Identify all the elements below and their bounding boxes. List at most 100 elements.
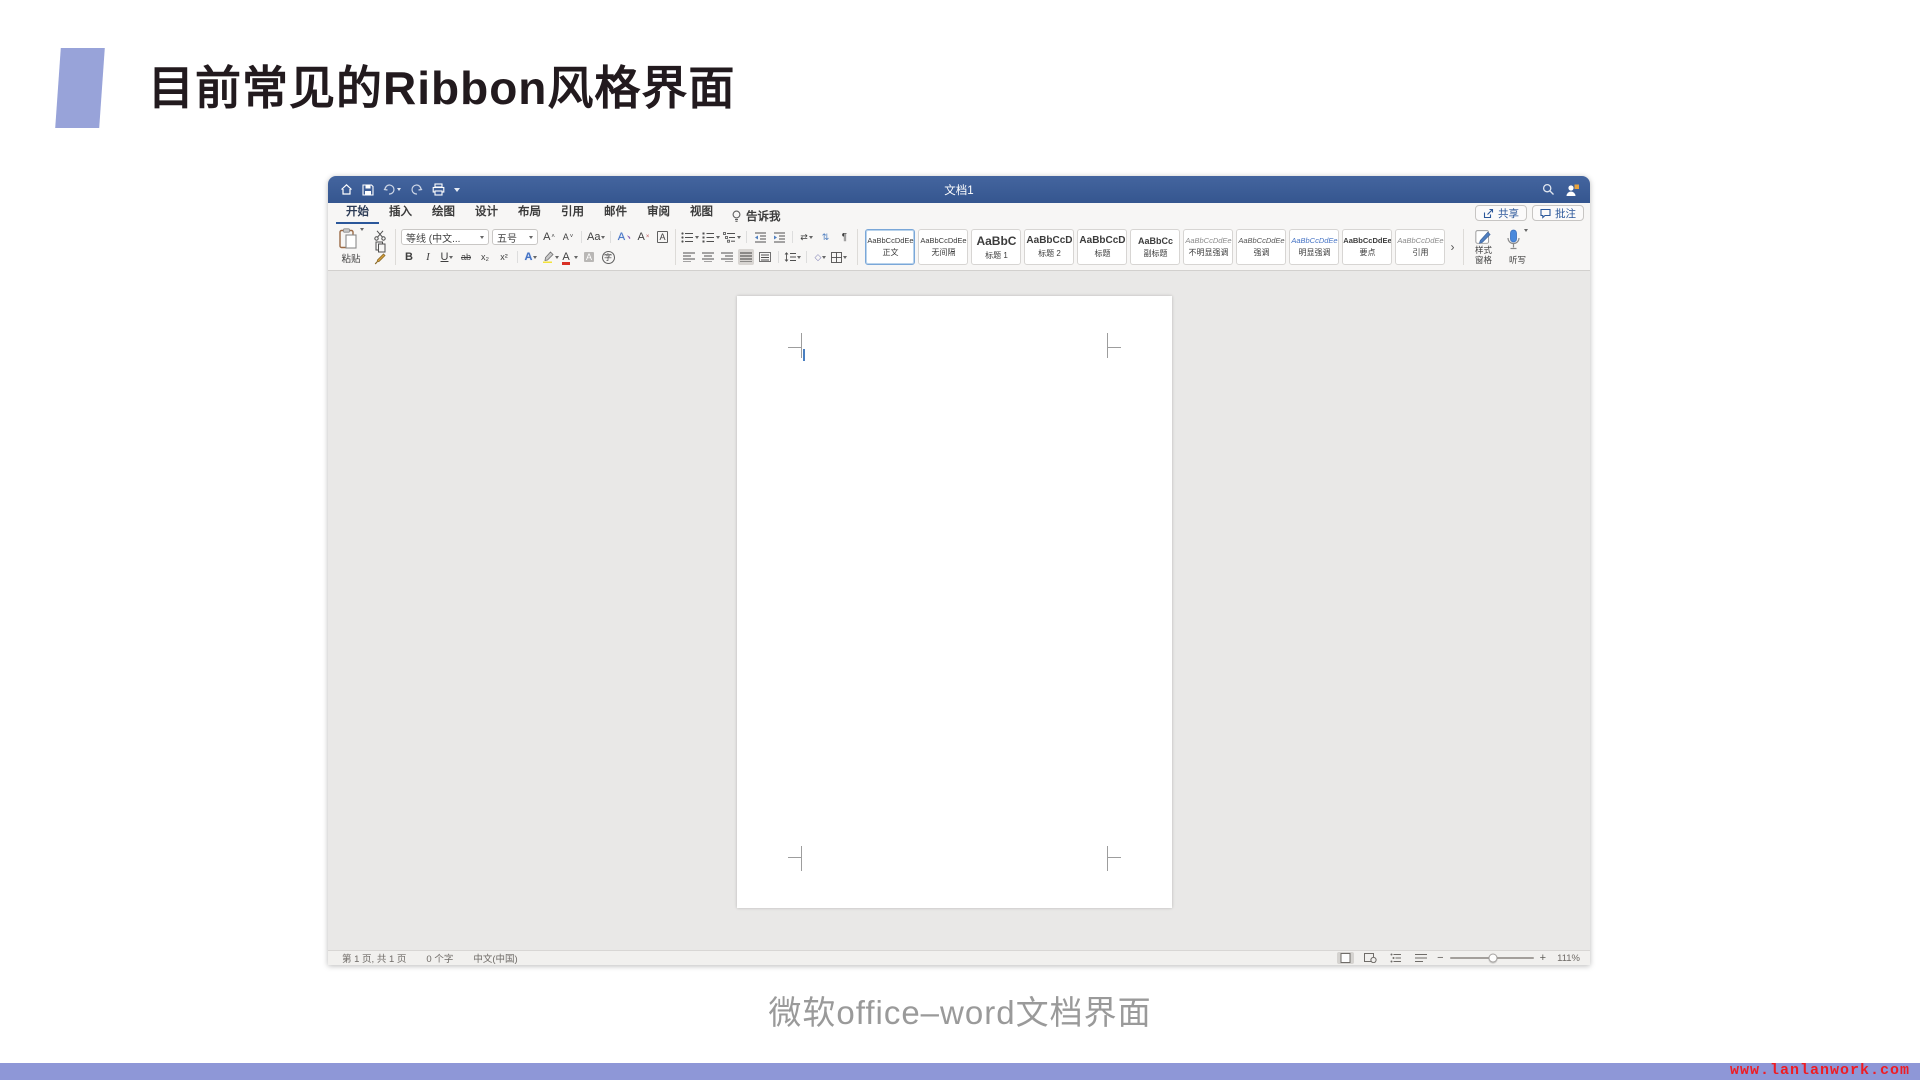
comments-button[interactable]: 批注	[1532, 205, 1584, 221]
show-marks-button[interactable]: ¶	[836, 229, 852, 245]
ribbon-tab[interactable]: 引用	[551, 200, 594, 224]
ribbon-tab[interactable]: 绘图	[422, 200, 465, 224]
justify-button[interactable]	[738, 249, 754, 265]
share-label: 共享	[1498, 206, 1519, 221]
phonetic-guide-button[interactable]: A﹅	[616, 229, 632, 245]
more-styles-arrow[interactable]: ›	[1448, 240, 1456, 254]
document-page[interactable]	[737, 296, 1172, 908]
shading-button[interactable]: ◇	[812, 249, 828, 265]
style-tile[interactable]: AaBbCc 副标题	[1130, 229, 1180, 265]
superscript-button[interactable]: x²	[496, 249, 512, 265]
align-center-button[interactable]	[700, 249, 716, 265]
clipboard-group: 粘贴	[334, 227, 390, 267]
bold-button[interactable]: B	[401, 249, 417, 265]
print-layout-view-button[interactable]	[1337, 952, 1354, 964]
zoom-slider[interactable]: − +	[1437, 953, 1546, 964]
ribbon-tab-row: 开始插入绘图设计布局引用邮件审阅视图 告诉我 共享 批注	[328, 203, 1590, 224]
multilevel-list-button[interactable]	[723, 229, 741, 245]
lightbulb-icon	[731, 210, 742, 223]
shrink-font-button[interactable]: A˅	[560, 229, 576, 245]
character-shading-button[interactable]: A	[581, 249, 597, 265]
character-border-button[interactable]: A	[654, 229, 670, 245]
clear-formatting-button[interactable]: A×	[635, 229, 651, 245]
document-title: 文档1	[328, 182, 1590, 198]
style-tile[interactable]: AaBbCcD 标题	[1077, 229, 1127, 265]
font-size-combo[interactable]: 五号	[492, 229, 538, 245]
decrease-indent-button[interactable]	[752, 229, 768, 245]
ribbon-tab[interactable]: 插入	[379, 200, 422, 224]
subscript-button[interactable]: x₂	[477, 249, 493, 265]
zoom-out-icon[interactable]: −	[1437, 953, 1443, 964]
bullet-list-button[interactable]	[681, 229, 699, 245]
align-left-button[interactable]	[681, 249, 697, 265]
borders-button[interactable]	[831, 249, 847, 265]
sort-button[interactable]: ⇅	[817, 229, 833, 245]
style-tile[interactable]: AaBbCcDdEe 明显强调	[1289, 229, 1339, 265]
web-layout-view-button[interactable]	[1362, 952, 1379, 964]
style-tile[interactable]: AaBbC 标题 1	[971, 229, 1021, 265]
status-item[interactable]: 第 1 页, 共 1 页	[342, 951, 406, 965]
zoom-thumb[interactable]	[1489, 954, 1498, 963]
ribbon-tab[interactable]: 设计	[465, 200, 508, 224]
asian-layout-button[interactable]: ⇄	[798, 229, 814, 245]
style-tile[interactable]: AaBbCcDdEe 正文	[865, 229, 915, 265]
styles-pane-icon	[1472, 229, 1494, 246]
zoom-track[interactable]	[1450, 957, 1534, 959]
paste-dropdown-caret[interactable]	[360, 228, 364, 231]
grow-font-button[interactable]: A˄	[541, 229, 557, 245]
strikethrough-button[interactable]: ab	[458, 249, 474, 265]
distribute-text-button[interactable]	[757, 249, 773, 265]
ribbon-tab[interactable]: 开始	[336, 200, 379, 224]
outline-view-button[interactable]	[1387, 952, 1404, 964]
ribbon-tab[interactable]: 视图	[680, 200, 723, 224]
style-sample: AaBbCcDdEe	[1343, 236, 1391, 245]
search-icon[interactable]	[1542, 183, 1555, 196]
status-left: 第 1 页, 共 1 页 0 个字 中文(中国)	[328, 951, 518, 965]
numbered-list-button[interactable]	[702, 229, 720, 245]
status-item[interactable]: 0 个字	[426, 951, 453, 965]
format-painter-icon[interactable]	[372, 253, 388, 265]
dictate-button[interactable]: 听写	[1503, 227, 1531, 267]
copy-icon[interactable]	[372, 241, 388, 253]
cut-icon[interactable]	[372, 229, 388, 241]
line-spacing-button[interactable]	[784, 249, 801, 265]
document-canvas[interactable]	[328, 271, 1590, 950]
zoom-in-icon[interactable]: +	[1540, 953, 1546, 964]
style-name: 要点	[1359, 247, 1375, 258]
share-contact-icon[interactable]	[1565, 183, 1580, 197]
clipboard-icon	[339, 228, 358, 250]
ribbon-tab[interactable]: 邮件	[594, 200, 637, 224]
style-name: 正文	[882, 247, 898, 258]
zoom-percentage[interactable]: 111%	[1554, 953, 1580, 964]
comment-icon	[1540, 208, 1551, 219]
highlight-color-button[interactable]	[542, 249, 559, 265]
dictate-caret[interactable]	[1524, 229, 1528, 232]
enclose-characters-button[interactable]: 字	[600, 249, 616, 265]
font-name-combo[interactable]: 等线 (中文...	[401, 229, 489, 245]
font-color-button[interactable]: A	[562, 249, 578, 265]
status-item[interactable]: 中文(中国)	[473, 951, 517, 965]
text-effects-button[interactable]: A	[523, 249, 539, 265]
style-tile[interactable]: AaBbCcDdEe 引用	[1395, 229, 1445, 265]
style-tile[interactable]: AaBbCcDdEe 无间隔	[918, 229, 968, 265]
style-tile[interactable]: AaBbCcD 标题 2	[1024, 229, 1074, 265]
draft-view-button[interactable]	[1412, 952, 1429, 964]
increase-indent-button[interactable]	[771, 229, 787, 245]
align-right-button[interactable]	[719, 249, 735, 265]
tell-me-button[interactable]: 告诉我	[723, 208, 789, 224]
italic-button[interactable]: I	[420, 249, 436, 265]
style-name: 无间隔	[931, 247, 955, 258]
style-tile[interactable]: AaBbCcDdEe 强调	[1236, 229, 1286, 265]
style-sample: AaBbCcDdEe	[1185, 236, 1231, 245]
paste-button[interactable]: 粘贴	[334, 228, 368, 266]
share-button[interactable]: 共享	[1475, 205, 1527, 221]
underline-button[interactable]: U	[439, 249, 455, 265]
ribbon-tab[interactable]: 布局	[508, 200, 551, 224]
slide-caption: 微软office–word文档界面	[0, 986, 1920, 1034]
style-tile[interactable]: AaBbCcDdEe 要点	[1342, 229, 1392, 265]
ribbon-tab[interactable]: 审阅	[637, 200, 680, 224]
change-case-button[interactable]: Aa	[587, 229, 605, 245]
styles-pane-button[interactable]: 样式 窗格	[1469, 227, 1497, 267]
paste-label: 粘贴	[341, 251, 360, 265]
style-tile[interactable]: AaBbCcDdEe 不明显强调	[1183, 229, 1233, 265]
